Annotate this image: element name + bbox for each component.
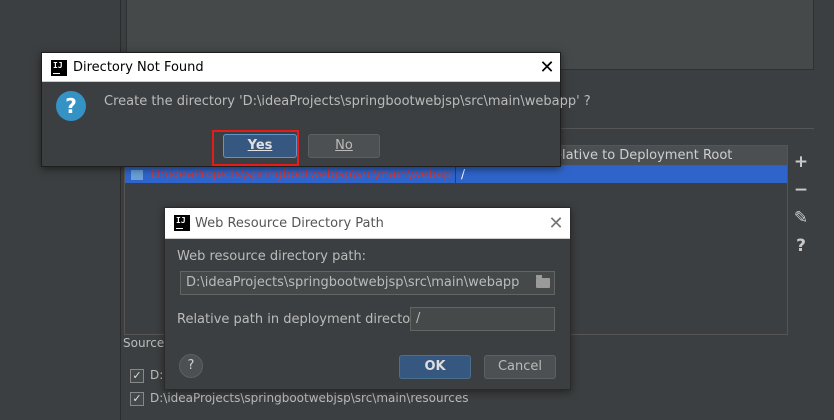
table-row[interactable]: D:\ideaProjects\springbootwebjsp\src\mai… [125, 166, 787, 183]
row-path-cell[interactable]: D:\ideaProjects\springbootwebjsp\src\mai… [131, 166, 451, 183]
edit-icon[interactable]: ✎ [790, 204, 812, 232]
ok-button[interactable]: OK [399, 355, 471, 379]
help-icon[interactable]: ? [790, 232, 812, 260]
dialog-titlebar: IJ Web Resource Directory Path ✕ [165, 208, 570, 239]
dialog-titlebar: IJ Directory Not Found ✕ [42, 53, 560, 82]
close-icon[interactable]: ✕ [542, 208, 570, 239]
dialog-title: Directory Not Found [73, 60, 204, 75]
column-header-relative[interactable]: elative to Deployment Root [545, 146, 787, 166]
source-root-path: D: [150, 368, 164, 382]
dialog-message: Create the directory 'D:\ideaProjects\sp… [104, 94, 591, 109]
directory-not-found-dialog: IJ Directory Not Found ✕ ? Create the di… [41, 52, 591, 167]
row-relative-cell[interactable]: / [461, 166, 465, 183]
row-path-text: D:\ideaProjects\springbootwebjsp\src\mai… [151, 167, 451, 181]
directory-path-field[interactable]: D:\ideaProjects\springbootwebjsp\src\mai… [180, 271, 555, 295]
directory-path-label: Web resource directory path: [177, 249, 367, 264]
help-button[interactable]: ? [179, 354, 203, 378]
source-root-item[interactable]: ✓ D: [130, 366, 163, 384]
source-root-item[interactable]: ✓ D:\ideaProjects\springbootwebjsp\src\ma… [130, 389, 469, 407]
close-icon[interactable]: ✕ [533, 53, 561, 82]
cancel-button[interactable]: Cancel [484, 355, 556, 379]
checkbox[interactable]: ✓ [130, 368, 144, 383]
directory-path-value: D:\ideaProjects\springbootwebjsp\src\mai… [186, 275, 520, 290]
intellij-logo-icon: IJ [174, 215, 190, 231]
no-button[interactable]: No [308, 134, 380, 158]
table-toolbar: + − ✎ ? [790, 148, 812, 260]
web-resource-directory-dialog: IJ Web Resource Directory Path ✕ Web res… [164, 207, 571, 390]
dialog-title: Web Resource Directory Path [195, 216, 384, 231]
add-icon[interactable]: + [790, 148, 812, 176]
cell-divider [455, 166, 456, 183]
question-icon: ? [56, 91, 86, 121]
source-root-path: D:\ideaProjects\springbootwebjsp\src\mai… [150, 391, 469, 405]
relative-path-field[interactable]: / [410, 307, 555, 331]
browse-folder-icon[interactable] [536, 275, 550, 288]
remove-icon[interactable]: − [790, 176, 812, 204]
relative-path-value: / [416, 311, 421, 326]
intellij-logo-icon: IJ [51, 60, 67, 76]
annotation-highlight-box [212, 130, 299, 166]
relative-path-label: Relative path in deployment directory: [177, 312, 427, 327]
checkbox[interactable]: ✓ [130, 391, 144, 406]
folder-icon [131, 169, 143, 180]
